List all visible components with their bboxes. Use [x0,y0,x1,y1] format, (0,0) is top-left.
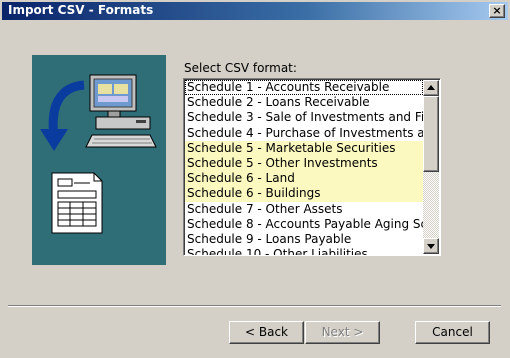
list-item[interactable]: Schedule 6 - Buildings [185,186,423,202]
list-scrollbar[interactable] [423,80,439,254]
import-csv-dialog: Import CSV - Formats × Select CSV format… [0,0,510,358]
list-item[interactable]: Schedule 6 - Land [185,171,423,187]
cancel-button[interactable]: Cancel [415,321,490,344]
list-item[interactable]: Schedule 4 - Purchase of Investments and [185,126,423,141]
list-item[interactable]: Schedule 2 - Loans Receivable [185,95,423,110]
csv-format-list: Schedule 1 - Accounts Receivable Schedule… [185,80,423,255]
arrow-down-icon [427,244,435,249]
back-button[interactable]: < Back [229,321,304,344]
close-button[interactable]: × [489,4,505,18]
title-bar: Import CSV - Formats × [2,2,508,20]
list-item[interactable]: Schedule 9 - Loans Payable [185,232,423,247]
import-arrow-icon [40,80,85,151]
list-item[interactable]: Schedule 1 - Accounts Receivable [185,80,423,96]
next-button[interactable]: Next > [305,321,380,344]
csv-format-listbox[interactable]: Schedule 1 - Accounts Receivable Schedule… [183,78,441,256]
list-item[interactable]: Schedule 5 - Other Investments [185,155,423,172]
scroll-thumb[interactable] [423,96,439,172]
list-item[interactable]: Schedule 3 - Sale of Investments and Fix… [185,110,423,125]
import-illustration [32,55,166,265]
import-illustration-graphic [40,74,157,234]
csv-format-label: Select CSV format: [184,61,297,75]
list-item[interactable]: Schedule 5 - Marketable Securities [185,140,423,156]
footer-separator [8,305,501,307]
list-item[interactable]: Schedule 7 - Other Assets [185,202,423,217]
computer-icon [85,74,157,148]
window-title: Import CSV - Formats [8,3,154,17]
csv-document-icon [51,172,103,234]
close-icon: × [492,4,502,17]
arrow-up-icon [427,85,435,90]
scroll-down-button[interactable] [423,238,439,254]
list-item[interactable]: Schedule 10 - Other Liabilities [185,247,423,255]
scroll-up-button[interactable] [423,80,439,96]
list-item[interactable]: Schedule 8 - Accounts Payable Aging Sche… [185,217,423,232]
